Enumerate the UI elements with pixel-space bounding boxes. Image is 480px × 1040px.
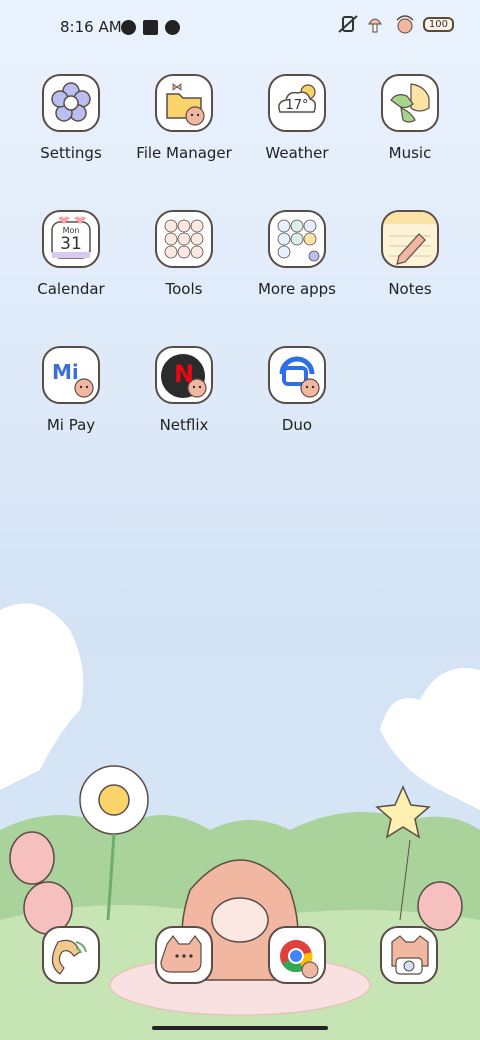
app-duo[interactable]: Duo: [242, 346, 352, 434]
app-label: Mi Pay: [46, 416, 96, 434]
status-right: 100: [337, 14, 454, 34]
app-netflix[interactable]: N Netflix: [129, 346, 239, 434]
netflix-mark: N: [174, 360, 195, 388]
app-label: Netflix: [159, 416, 209, 434]
notification-square-icon: [143, 20, 158, 35]
phone-icon: [51, 939, 87, 975]
weather-temp: 17°: [285, 98, 309, 113]
app-label: File Manager: [136, 144, 232, 162]
app-label: More apps: [257, 280, 336, 298]
app-music[interactable]: Music: [355, 74, 465, 162]
app-label: Calendar: [37, 280, 105, 298]
app-notes[interactable]: Notes: [355, 210, 465, 298]
music-note-icon: [381, 74, 439, 132]
mi-pay-icon: Mi: [42, 346, 100, 404]
app-label: Tools: [165, 280, 203, 298]
dock-messages[interactable]: [155, 926, 213, 984]
camera-icon: [391, 935, 429, 975]
chrome-icon: [280, 940, 319, 979]
notes-pencil-icon: [381, 210, 439, 268]
app-file-manager[interactable]: File Manager: [129, 74, 239, 162]
app-calendar[interactable]: Mon 31 Calendar: [16, 210, 126, 298]
dock-chrome[interactable]: [268, 926, 326, 984]
app-label: Music: [388, 144, 432, 162]
dock-phone[interactable]: [42, 926, 100, 984]
app-label: Notes: [388, 280, 432, 298]
folder-icon: [155, 74, 213, 132]
battery-indicator: 100: [422, 16, 454, 32]
messages-cat-icon: [160, 935, 202, 973]
status-bar: 8:16 AM 100: [0, 0, 480, 56]
app-label: Settings: [40, 144, 102, 162]
settings-flower-icon: [42, 74, 100, 132]
app-weather[interactable]: 17° Weather: [242, 74, 352, 162]
status-time: 8:16 AM: [60, 18, 122, 36]
app-settings[interactable]: Settings: [16, 74, 126, 162]
app-more-apps[interactable]: More apps: [242, 210, 352, 298]
mushroom-signal-icon: [368, 18, 382, 33]
netflix-icon: N: [155, 346, 213, 404]
app-label: Weather: [265, 144, 329, 162]
wifi-cat-icon: [396, 15, 414, 34]
app-label: Duo: [281, 416, 313, 434]
app-mi-pay[interactable]: Mi Mi Pay: [16, 346, 126, 434]
mute-vibrate-icon: [338, 15, 358, 33]
calendar-day: 31: [60, 234, 82, 254]
tools-folder-icon: [155, 210, 213, 268]
home-indicator[interactable]: [152, 1026, 328, 1030]
app-tools[interactable]: Tools: [129, 210, 239, 298]
notification-icon-2: [165, 20, 180, 35]
duo-icon: [268, 346, 326, 404]
more-apps-folder-icon: [268, 210, 326, 268]
calendar-icon: Mon 31: [42, 210, 100, 268]
dock-camera[interactable]: [380, 926, 438, 984]
notification-icon: [121, 20, 136, 35]
weather-cloud-icon: 17°: [268, 74, 326, 132]
